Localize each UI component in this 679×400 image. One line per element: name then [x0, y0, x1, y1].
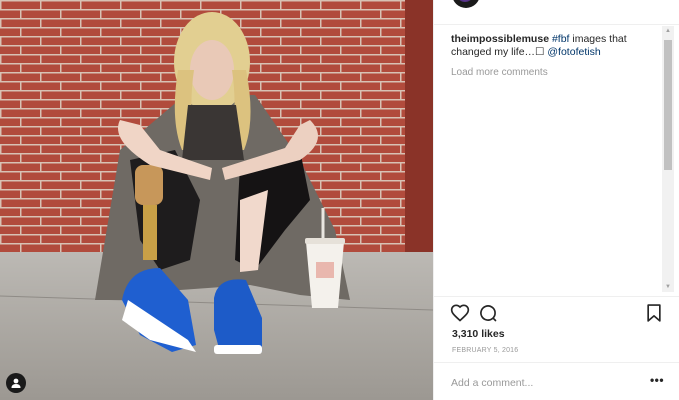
- heart-icon[interactable]: [450, 303, 470, 323]
- scroll-down-arrow-icon[interactable]: ▼: [662, 282, 674, 292]
- caption-mention[interactable]: @fotofetish: [547, 46, 600, 58]
- actions-divider: [434, 296, 679, 297]
- comments-section: theimpossiblemuse #fbf images that chang…: [451, 33, 661, 79]
- user-tag-icon: [11, 378, 21, 388]
- scroll-thumb[interactable]: [664, 40, 672, 170]
- caption: theimpossiblemuse #fbf images that chang…: [451, 33, 661, 59]
- post-image: [0, 0, 433, 400]
- bookmark-icon[interactable]: [644, 303, 664, 323]
- post-photo[interactable]: [0, 0, 433, 400]
- caption-username[interactable]: theimpossiblemuse: [451, 33, 549, 45]
- load-more-comments[interactable]: Load more comments: [451, 66, 661, 79]
- comment-bubble-icon[interactable]: [478, 303, 498, 323]
- comment-divider: [434, 362, 679, 363]
- more-options-icon[interactable]: •••: [648, 372, 666, 388]
- header-divider: [434, 24, 679, 25]
- comments-scrollbar[interactable]: ▲ ▼: [662, 26, 674, 292]
- post-date: FEBRUARY 5, 2016: [452, 347, 519, 354]
- caption-emoji: ☐: [535, 46, 545, 58]
- action-bar: [450, 303, 668, 323]
- user-tag-button[interactable]: [6, 373, 26, 393]
- scroll-up-arrow-icon[interactable]: ▲: [662, 26, 674, 36]
- add-comment-input[interactable]: [451, 376, 663, 390]
- caption-hashtag[interactable]: #fbf: [552, 33, 570, 45]
- author-avatar[interactable]: [452, 0, 480, 8]
- likes-count[interactable]: 3,310 likes: [452, 328, 505, 340]
- post-side-panel: theimpossiblemuse #fbf images that chang…: [433, 0, 679, 400]
